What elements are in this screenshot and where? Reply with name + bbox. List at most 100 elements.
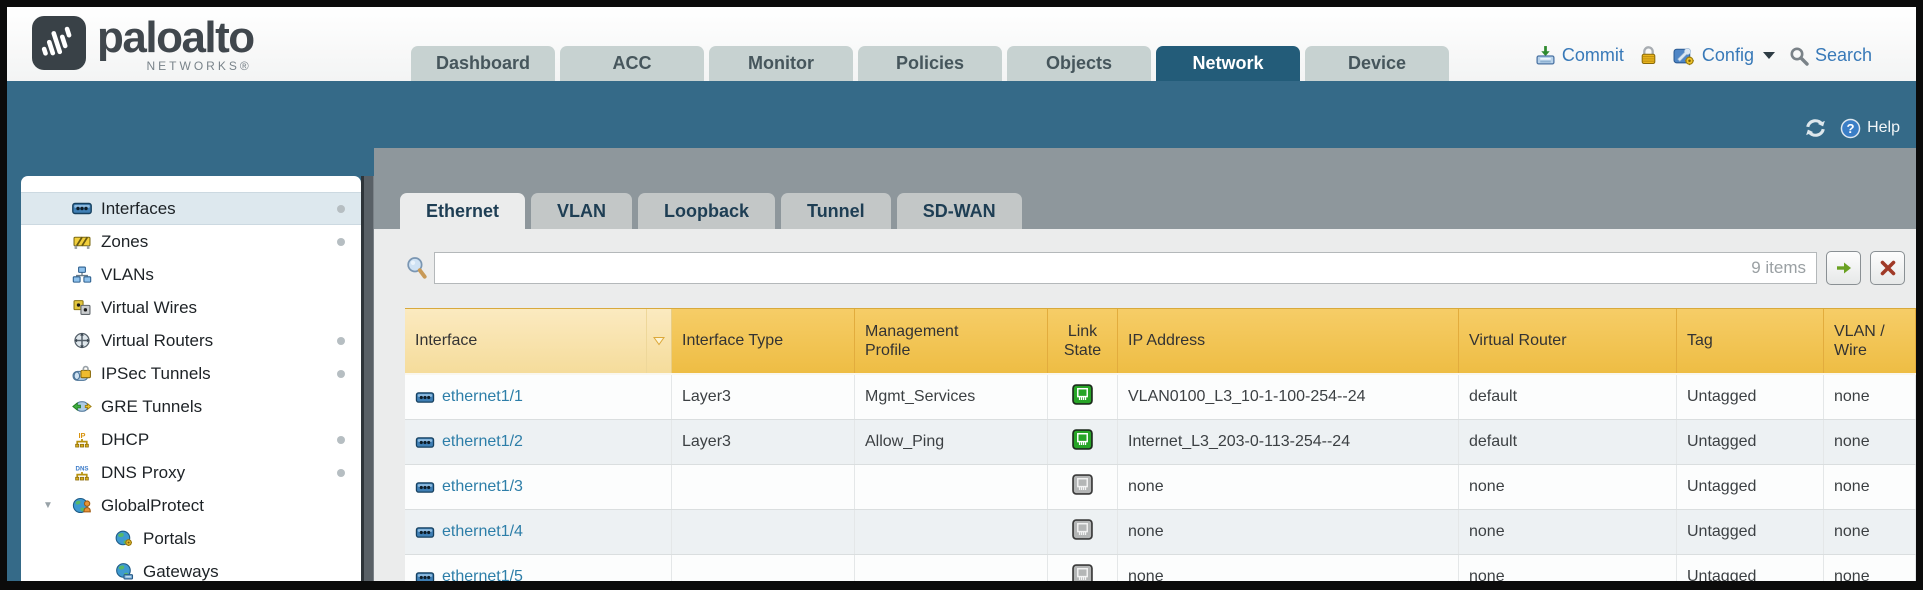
column-header-interface[interactable]: Interface bbox=[405, 309, 672, 373]
sidebar-item-label: Portals bbox=[143, 529, 196, 549]
sidebar-item-dns-proxy[interactable]: DNSDNS Proxy bbox=[21, 456, 361, 489]
interface-link[interactable]: ethernet1/5 bbox=[442, 568, 523, 581]
sort-dropdown-icon[interactable] bbox=[646, 309, 671, 373]
cell-vlan-wire: none bbox=[1824, 555, 1916, 581]
sidebar-item-interfaces[interactable]: Interfaces bbox=[21, 192, 361, 225]
nav-tab-dashboard[interactable]: Dashboard bbox=[411, 46, 555, 81]
interface-link[interactable]: ethernet1/1 bbox=[442, 388, 523, 406]
sidebar: Interfaces ZonesVLANs Virtual Wires Virtual… bbox=[21, 176, 361, 581]
clear-filter-button[interactable] bbox=[1870, 251, 1905, 285]
sidebar-item-gateways[interactable]: Gateways bbox=[21, 555, 361, 581]
interface-icon bbox=[415, 526, 435, 539]
secondary-toolbar: ? Help bbox=[1803, 117, 1900, 139]
column-header-interface-type[interactable]: Interface Type bbox=[672, 309, 855, 373]
cell-tag: Untagged bbox=[1677, 510, 1824, 554]
sidebar-item-virtual-routers[interactable]: Virtual Routers bbox=[21, 324, 361, 357]
content-tabs: EthernetVLANLoopbackTunnelSD-WAN bbox=[400, 193, 1022, 229]
table-row[interactable]: ethernet1/5nonenoneUntaggednone bbox=[405, 555, 1916, 581]
sidebar-item-zones[interactable]: Zones bbox=[21, 225, 361, 258]
sidebar-item-ipsec-tunnels[interactable]: IPSec Tunnels bbox=[21, 357, 361, 390]
search-button[interactable]: Search bbox=[1789, 45, 1872, 66]
cell-vlan-wire: none bbox=[1824, 375, 1916, 419]
arrow-right-icon bbox=[1835, 259, 1853, 277]
cell-virtual-router: none bbox=[1459, 510, 1677, 554]
sidebar-item-virtual-wires[interactable]: Virtual Wires bbox=[21, 291, 361, 324]
column-header-label: Management Profile bbox=[865, 322, 977, 360]
tab-sd-wan[interactable]: SD-WAN bbox=[897, 193, 1022, 229]
nav-tab-device[interactable]: Device bbox=[1305, 46, 1449, 81]
main-content: EthernetVLANLoopbackTunnelSD-WAN 9 items… bbox=[374, 148, 1916, 581]
status-dot bbox=[337, 238, 345, 246]
sidebar-splitter[interactable] bbox=[361, 176, 374, 581]
table-row[interactable]: ethernet1/2Layer3Allow_PingInternet_L3_2… bbox=[405, 420, 1916, 465]
column-header-virtual-router[interactable]: Virtual Router bbox=[1459, 309, 1677, 373]
column-header-vlan-wire[interactable]: VLAN / Wire bbox=[1824, 309, 1916, 373]
column-header-management-profile[interactable]: Management Profile bbox=[855, 309, 1048, 373]
apply-filter-button[interactable] bbox=[1826, 251, 1861, 285]
sidebar-item-label: GRE Tunnels bbox=[101, 397, 202, 417]
tab-tunnel[interactable]: Tunnel bbox=[781, 193, 891, 229]
nav-tab-network[interactable]: Network bbox=[1156, 46, 1300, 81]
lock-icon[interactable] bbox=[1638, 45, 1659, 66]
tab-vlan[interactable]: VLAN bbox=[531, 193, 632, 229]
tab-ethernet[interactable]: Ethernet bbox=[400, 193, 525, 229]
interface-icon bbox=[415, 391, 435, 404]
interface-link[interactable]: ethernet1/3 bbox=[442, 478, 523, 496]
column-header-link-state[interactable]: Link State bbox=[1048, 309, 1118, 373]
commit-label: Commit bbox=[1562, 45, 1624, 66]
cell-interface-type bbox=[672, 510, 855, 554]
help-button[interactable]: ? Help bbox=[1840, 118, 1900, 139]
cell-tag: Untagged bbox=[1677, 375, 1824, 419]
commit-button[interactable]: Commit bbox=[1535, 45, 1624, 66]
expander-icon[interactable]: ▼ bbox=[43, 500, 53, 511]
nav-tab-policies[interactable]: Policies bbox=[858, 46, 1002, 81]
table-row[interactable]: ethernet1/4nonenoneUntaggednone bbox=[405, 510, 1916, 555]
filter-row: 9 items bbox=[404, 251, 1905, 285]
cell-interface-type: Layer3 bbox=[672, 420, 855, 464]
cell-virtual-router: default bbox=[1459, 420, 1677, 464]
sidebar-item-dhcp[interactable]: IPDHCP bbox=[21, 423, 361, 456]
cell-tag: Untagged bbox=[1677, 555, 1824, 581]
top-header-bar: paloalto NETWORKS® DashboardACCMonitorPo… bbox=[7, 7, 1916, 81]
help-label: Help bbox=[1867, 119, 1900, 137]
link-down-icon bbox=[1072, 519, 1093, 545]
cell-link-state bbox=[1048, 465, 1118, 509]
sidebar-item-label: Interfaces bbox=[101, 199, 176, 219]
sidebar-item-label: Virtual Routers bbox=[101, 331, 213, 351]
column-header-ip-address[interactable]: IP Address bbox=[1118, 309, 1459, 373]
globalprotect-icon bbox=[71, 497, 93, 515]
nav-tab-acc[interactable]: ACC bbox=[560, 46, 704, 81]
filter-input[interactable] bbox=[435, 253, 1816, 283]
tab-loopback[interactable]: Loopback bbox=[638, 193, 775, 229]
nav-tab-monitor[interactable]: Monitor bbox=[709, 46, 853, 81]
table-row[interactable]: ethernet1/1Layer3Mgmt_ServicesVLAN0100_L… bbox=[405, 375, 1916, 420]
interface-link[interactable]: ethernet1/4 bbox=[442, 523, 523, 541]
cell-vlan-wire: none bbox=[1824, 465, 1916, 509]
config-menu-button[interactable]: Config bbox=[1673, 45, 1775, 66]
table-row[interactable]: ethernet1/3nonenoneUntaggednone bbox=[405, 465, 1916, 510]
cell-interface-type bbox=[672, 465, 855, 509]
status-dot bbox=[337, 205, 345, 213]
refresh-icon[interactable] bbox=[1803, 117, 1828, 139]
sidebar-item-portals[interactable]: Portals bbox=[21, 522, 361, 555]
interfaces-icon bbox=[71, 200, 93, 218]
column-header-label: Interface bbox=[415, 331, 646, 350]
sidebar-item-label: Virtual Wires bbox=[101, 298, 197, 318]
sidebar-item-gre-tunnels[interactable]: GRE Tunnels bbox=[21, 390, 361, 423]
cell-interface: ethernet1/1 bbox=[405, 375, 672, 419]
link-up-icon bbox=[1072, 384, 1093, 410]
sidebar-item-vlans[interactable]: VLANs bbox=[21, 258, 361, 291]
interface-link[interactable]: ethernet1/2 bbox=[442, 433, 523, 451]
cell-interface-type bbox=[672, 555, 855, 581]
vlans-icon bbox=[71, 266, 93, 284]
sidebar-item-globalprotect[interactable]: ▼GlobalProtect bbox=[21, 489, 361, 522]
cell-interface: ethernet1/2 bbox=[405, 420, 672, 464]
column-header-tag[interactable]: Tag bbox=[1677, 309, 1824, 373]
gateways-icon bbox=[113, 563, 135, 581]
gre-tunnels-icon bbox=[71, 398, 93, 416]
sidebar-item-label: DHCP bbox=[101, 430, 149, 450]
nav-tab-objects[interactable]: Objects bbox=[1007, 46, 1151, 81]
help-icon: ? bbox=[1840, 118, 1861, 139]
cell-interface: ethernet1/4 bbox=[405, 510, 672, 554]
status-dot bbox=[337, 469, 345, 477]
